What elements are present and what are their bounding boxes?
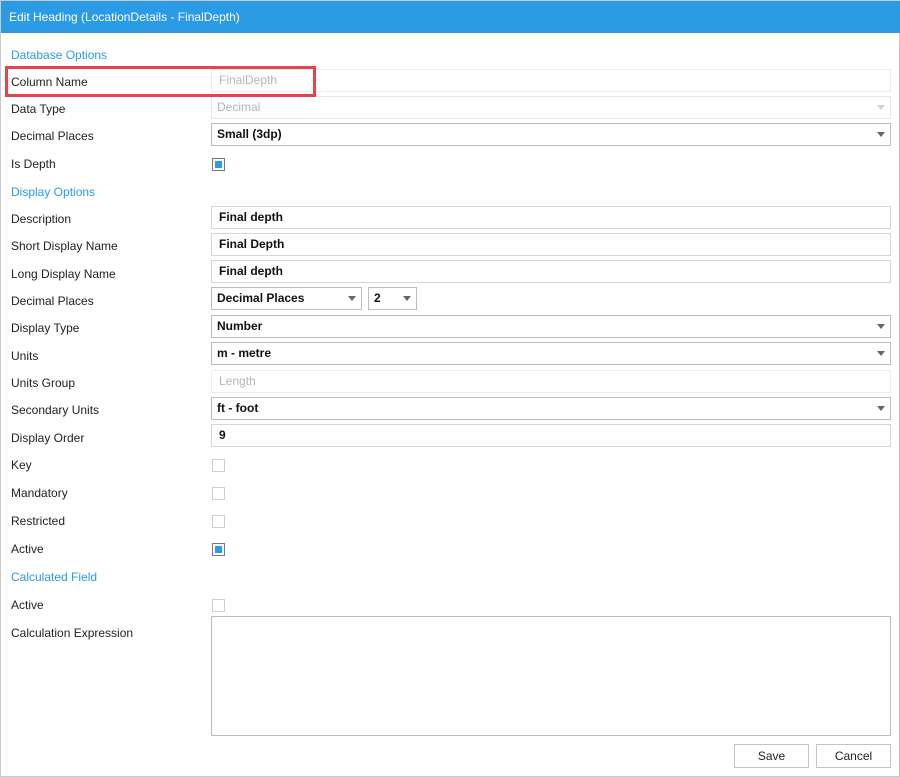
decimal-places-count-select[interactable]: 2	[368, 287, 417, 310]
decimal-places-db-value: Small (3dp)	[217, 127, 282, 141]
chevron-down-icon	[403, 296, 411, 301]
display-type-value: Number	[217, 319, 263, 333]
mandatory-label: Mandatory	[11, 486, 68, 500]
decimal-places-db-label: Decimal Places	[11, 129, 94, 143]
decimal-places-mode-select[interactable]: Decimal Places	[211, 287, 362, 310]
calculation-expression-label: Calculation Expression	[11, 626, 134, 640]
key-label: Key	[11, 458, 32, 472]
restricted-label: Restricted	[11, 514, 66, 528]
secondary-units-value: ft - foot	[217, 401, 259, 415]
highlight-box	[5, 66, 316, 97]
section-display-options: Display Options	[11, 185, 96, 199]
units-label: Units	[11, 349, 39, 363]
chevron-down-icon	[877, 132, 885, 137]
display-active-label: Active	[11, 542, 44, 556]
decimal-places-db-select[interactable]: Small (3dp)	[211, 123, 891, 146]
chevron-down-icon	[877, 406, 885, 411]
long-display-name-label: Long Display Name	[11, 267, 116, 281]
chevron-down-icon	[877, 351, 885, 356]
is-depth-label: Is Depth	[11, 157, 56, 171]
chevron-down-icon	[348, 296, 356, 301]
units-value: m - metre	[217, 346, 272, 360]
is-depth-checkbox[interactable]	[212, 158, 225, 171]
decimal-places-display-label: Decimal Places	[11, 294, 94, 308]
calculated-active-label: Active	[11, 598, 44, 612]
short-display-name-input[interactable]: Final Depth	[211, 233, 891, 256]
data-type-value: Decimal	[217, 100, 261, 114]
long-display-name-input[interactable]: Final depth	[211, 260, 891, 283]
description-input[interactable]: Final depth	[211, 206, 891, 229]
restricted-checkbox[interactable]	[212, 515, 225, 528]
data-type-select: Decimal	[211, 96, 891, 119]
decimal-places-count-value: 2	[374, 291, 381, 305]
short-display-name-label: Short Display Name	[11, 239, 118, 253]
section-database-options: Database Options	[11, 48, 108, 62]
units-group-field: Length	[211, 370, 891, 393]
units-group-label: Units Group	[11, 376, 76, 390]
calculation-expression-textarea[interactable]	[211, 616, 891, 736]
display-type-select[interactable]: Number	[211, 315, 891, 338]
decimal-places-mode-value: Decimal Places	[217, 291, 305, 305]
display-order-label: Display Order	[11, 431, 85, 445]
key-checkbox[interactable]	[212, 459, 225, 472]
cancel-button[interactable]: Cancel	[816, 744, 891, 768]
description-label: Description	[11, 212, 72, 226]
window-title: Edit Heading (LocationDetails - FinalDep…	[1, 1, 900, 33]
display-active-checkbox[interactable]	[212, 543, 225, 556]
display-order-input[interactable]: 9	[211, 424, 891, 447]
display-type-label: Display Type	[11, 321, 80, 335]
secondary-units-select[interactable]: ft - foot	[211, 397, 891, 420]
edit-heading-dialog: Edit Heading (LocationDetails - FinalDep…	[0, 0, 900, 777]
calculated-active-checkbox[interactable]	[212, 599, 225, 612]
mandatory-checkbox[interactable]	[212, 487, 225, 500]
secondary-units-label: Secondary Units	[11, 403, 100, 417]
data-type-label: Data Type	[11, 102, 66, 116]
save-button[interactable]: Save	[734, 744, 809, 768]
units-select[interactable]: m - metre	[211, 342, 891, 365]
chevron-down-icon	[877, 105, 885, 110]
section-calculated-field: Calculated Field	[11, 570, 98, 584]
chevron-down-icon	[877, 324, 885, 329]
